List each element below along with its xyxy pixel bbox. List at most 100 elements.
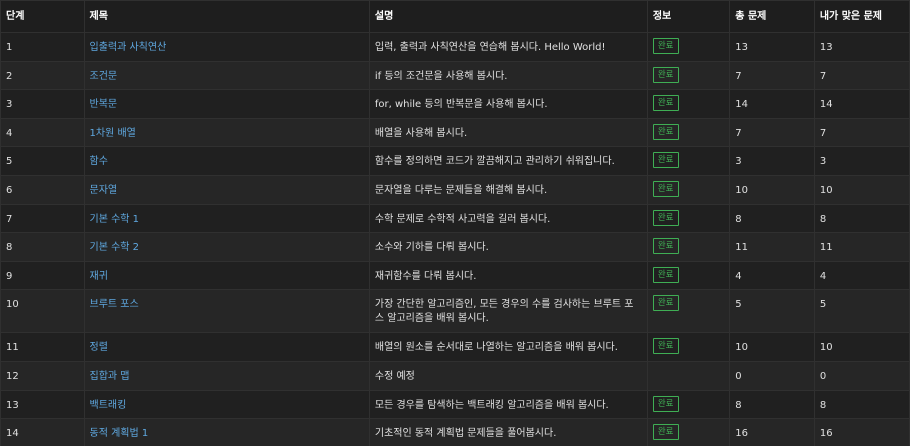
- solved-problems-cell: 5: [813, 289, 910, 334]
- title-cell: 1차원 배열: [83, 117, 370, 148]
- total-problems-cell: 14: [729, 89, 815, 119]
- step-table: 단계 제목 설명 정보 총 문제 내가 맞은 문제 1 입출력과 사칙연산 입력, …: [0, 0, 910, 446]
- total-problems-count: 10: [735, 342, 749, 354]
- header-solved-problems: 내가 맞은 문제: [813, 0, 910, 33]
- description-cell: 문자열을 다루는 문제들을 해결해 봅시다.: [368, 174, 648, 205]
- step-title-link[interactable]: 집합과 맵: [90, 371, 130, 382]
- title-cell: 재귀: [83, 260, 370, 291]
- step-title-link[interactable]: 조건문: [90, 71, 118, 82]
- table-body: 1 입출력과 사칙연산 입력, 출력과 사칙연산을 연습해 봅시다. Hello W…: [0, 32, 910, 446]
- title-cell: 브루트 포스: [83, 289, 370, 334]
- solved-problems-cell: 7: [813, 60, 910, 91]
- step-title-link[interactable]: 정렬: [90, 342, 108, 353]
- total-problems-count: 8: [735, 213, 742, 225]
- total-problems-cell: 10: [729, 174, 815, 205]
- info-cell: 완료: [646, 389, 731, 420]
- table-row: 9 재귀 재귀함수를 다뤄 봅시다. 완료 4 4: [0, 260, 910, 291]
- level-cell: 6: [0, 174, 85, 205]
- description-cell: 가장 간단한 알고리즘인, 모든 경우의 수를 검사하는 브루트 포스 알고리즘…: [368, 289, 648, 334]
- title-cell: 기본 수학 1: [83, 203, 370, 234]
- title-cell: 함수: [83, 146, 370, 176]
- step-title-link[interactable]: 반복문: [90, 99, 118, 110]
- title-cell: 기본 수학 2: [83, 232, 370, 262]
- status-badge: 완료: [652, 395, 679, 412]
- solved-problems-count: 5: [819, 299, 827, 311]
- solved-problems-count: 14: [819, 99, 833, 111]
- description-cell: 수학 문제로 수학적 사고력을 길러 봅시다.: [368, 203, 648, 234]
- title-cell: 조건문: [83, 60, 370, 91]
- description-cell: 입력, 출력과 사칙연산을 연습해 봅시다. Hello World!: [368, 32, 648, 62]
- total-problems-cell: 8: [729, 389, 815, 420]
- step-title-link[interactable]: 동적 계획법 1: [90, 428, 149, 439]
- status-badge: 완료: [652, 238, 679, 255]
- solved-problems-cell: 14: [813, 89, 910, 119]
- description-cell: 수정 예정: [368, 360, 648, 391]
- info-cell: 완료: [646, 174, 731, 205]
- table-row: 11 정렬 배열의 원소를 순서대로 나열하는 알고리즘을 배워 봅시다. 완료 10 1…: [0, 332, 910, 362]
- solved-problems-cell: 16: [813, 418, 910, 446]
- step-title-link[interactable]: 기본 수학 1: [90, 214, 140, 225]
- level-cell: 8: [0, 232, 85, 262]
- description-cell: 배열을 사용해 봅시다.: [368, 117, 648, 148]
- solved-problems-count: 4: [819, 270, 827, 282]
- info-cell: 완료: [646, 289, 731, 334]
- table-row: 12 집합과 맵 수정 예정 0 0: [0, 360, 910, 391]
- level-cell: 10: [0, 289, 85, 334]
- solved-problems-count: 3: [819, 156, 827, 168]
- status-badge: 완료: [652, 295, 679, 312]
- header-level: 단계: [0, 0, 85, 33]
- total-problems-cell: 8: [729, 203, 815, 234]
- description-cell: 기초적인 동적 계획법 문제들을 풀어봅시다.: [368, 418, 648, 446]
- table-row: 14 동적 계획법 1 기초적인 동적 계획법 문제들을 풀어봅시다. 완료 16 16: [0, 418, 910, 446]
- solved-problems-count: 11: [819, 242, 833, 254]
- total-problems-count: 3: [735, 156, 742, 168]
- solved-problems-count: 8: [819, 399, 827, 411]
- step-title-link[interactable]: 입출력과 사칙연산: [90, 42, 167, 53]
- solved-problems-cell: 11: [813, 232, 910, 262]
- solved-problems-count: 7: [819, 127, 827, 139]
- solved-problems-cell: 8: [813, 203, 910, 234]
- step-title-link[interactable]: 1차원 배열: [90, 128, 136, 139]
- solved-problems-count: 10: [819, 342, 833, 354]
- step-title-link[interactable]: 함수: [90, 156, 108, 167]
- step-title-link[interactable]: 브루트 포스: [90, 299, 139, 310]
- total-problems-cell: 13: [729, 32, 815, 62]
- status-badge: 완료: [652, 424, 679, 441]
- info-cell: 완료: [646, 232, 731, 262]
- description-cell: 함수를 정의하면 코드가 깔끔해지고 관리하기 쉬워집니다.: [368, 146, 648, 176]
- status-badge: 완료: [652, 209, 679, 226]
- total-problems-cell: 0: [729, 360, 815, 391]
- level-cell: 2: [0, 60, 85, 91]
- table-row: 4 1차원 배열 배열을 사용해 봅시다. 완료 7 7: [0, 117, 910, 148]
- info-cell: [646, 360, 731, 391]
- step-title-link[interactable]: 문자열: [90, 185, 118, 196]
- table-row: 5 함수 함수를 정의하면 코드가 깔끔해지고 관리하기 쉬워집니다. 완료 3 3: [0, 146, 910, 176]
- status-badge: 완료: [652, 266, 679, 283]
- info-cell: 완료: [646, 332, 731, 362]
- header-description: 설명: [368, 0, 648, 33]
- total-problems-count: 13: [735, 42, 749, 53]
- level-cell: 12: [0, 360, 85, 391]
- info-cell: 완료: [646, 32, 731, 62]
- description-cell: for, while 등의 반복문을 사용해 봅시다.: [368, 89, 648, 119]
- status-badge: 완료: [652, 338, 679, 355]
- header-info: 정보: [646, 0, 731, 33]
- level-cell: 9: [0, 260, 85, 291]
- solved-problems-cell: 4: [813, 260, 910, 291]
- info-cell: 완료: [646, 60, 731, 91]
- solved-problems-cell: 13: [813, 32, 910, 62]
- level-cell: 13: [0, 389, 85, 420]
- total-problems-cell: 11: [729, 232, 815, 262]
- total-problems-count: 5: [735, 299, 742, 311]
- step-title-link[interactable]: 재귀: [90, 271, 108, 282]
- step-title-link[interactable]: 백트래킹: [90, 400, 127, 411]
- total-problems-count: 16: [735, 428, 749, 440]
- step-title-link[interactable]: 기본 수학 2: [90, 242, 140, 253]
- description-cell: 모든 경우를 탐색하는 백트래킹 알고리즘을 배워 봅시다.: [368, 389, 648, 420]
- description-cell: 재귀함수를 다뤄 봅시다.: [368, 260, 648, 291]
- info-cell: 완료: [646, 203, 731, 234]
- solved-problems-count: 13: [819, 42, 833, 53]
- total-problems-count: 8: [735, 399, 742, 411]
- total-problems-cell: 5: [729, 289, 815, 334]
- table-row: 10 브루트 포스 가장 간단한 알고리즘인, 모든 경우의 수를 검사하는 브루트…: [0, 289, 910, 334]
